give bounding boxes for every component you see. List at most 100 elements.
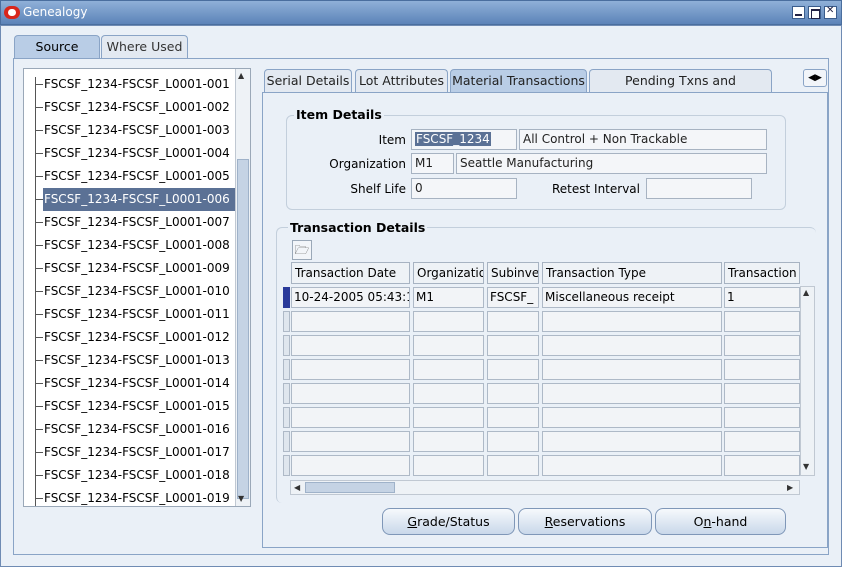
column-header[interactable]: Organizatio (413, 262, 484, 284)
table-cell[interactable]: FSCSF_ (487, 287, 539, 308)
table-cell[interactable] (724, 407, 800, 428)
table-cell[interactable] (413, 431, 484, 452)
tree-item[interactable]: FSCSF_1234-FSCSF_L0001-014 (24, 372, 237, 395)
shelf-life-field[interactable]: 0 (411, 178, 517, 199)
minimize-button[interactable] (792, 6, 805, 19)
tree-item[interactable]: FSCSF_1234-FSCSF_L0001-007 (24, 211, 237, 234)
grade-status-button[interactable]: Grade/Status (382, 508, 515, 535)
close-button[interactable] (824, 5, 837, 19)
row-indicator[interactable] (283, 287, 290, 308)
tree-item[interactable]: FSCSF_1234-FSCSF_L0001-010 (24, 280, 237, 303)
tree-item[interactable]: FSCSF_1234-FSCSF_L0001-003 (24, 119, 237, 142)
table-cell[interactable] (487, 407, 539, 428)
table-cell[interactable] (542, 407, 722, 428)
row-indicator[interactable] (283, 455, 290, 476)
table-cell[interactable] (724, 431, 800, 452)
table-cell[interactable] (724, 311, 800, 332)
tab-scroll-arrows-icon[interactable]: ◀▶ (803, 69, 827, 87)
grid-scroll-down-icon[interactable]: ▼ (803, 462, 809, 471)
tree-item[interactable]: FSCSF_1234-FSCSF_L0001-011 (24, 303, 237, 326)
tab-material-transactions[interactable]: Material Transactions (450, 69, 587, 92)
table-cell[interactable] (291, 311, 410, 332)
table-cell[interactable] (487, 359, 539, 380)
column-header[interactable]: Transaction Type (542, 262, 722, 284)
tab-pending-txns[interactable]: Pending Txns and Allocations (589, 69, 772, 110)
column-header[interactable]: Subinven (487, 262, 539, 284)
tree-item[interactable]: FSCSF_1234-FSCSF_L0001-006 (36, 188, 237, 211)
scroll-up-icon[interactable]: ▲ (238, 71, 244, 80)
tree-vertical-scrollbar[interactable]: ▲ ▼ (235, 69, 250, 506)
table-cell[interactable] (413, 335, 484, 356)
tree-item[interactable]: FSCSF_1234-FSCSF_L0001-012 (24, 326, 237, 349)
table-cell[interactable] (291, 383, 410, 404)
table-cell[interactable] (542, 383, 722, 404)
tree-scroll-thumb[interactable] (237, 159, 249, 499)
tree-item[interactable]: FSCSF_1234-FSCSF_L0001-002 (24, 96, 237, 119)
row-indicator[interactable] (283, 335, 290, 356)
tree-item[interactable]: FSCSF_1234-FSCSF_L0001-019 (24, 487, 237, 506)
table-cell[interactable] (724, 383, 800, 404)
row-indicator[interactable] (283, 359, 290, 380)
tree-item[interactable]: FSCSF_1234-FSCSF_L0001-008 (24, 234, 237, 257)
maximize-button[interactable] (808, 6, 821, 19)
tree-item[interactable]: FSCSF_1234-FSCSF_L0001-017 (24, 441, 237, 464)
table-cell[interactable] (724, 335, 800, 356)
table-cell[interactable]: 1 (724, 287, 800, 308)
tree-item[interactable]: FSCSF_1234-FSCSF_L0001-004 (24, 142, 237, 165)
tree-item[interactable]: FSCSF_1234-FSCSF_L0001-016 (24, 418, 237, 441)
table-cell[interactable] (413, 359, 484, 380)
tab-source[interactable]: Source (14, 35, 100, 59)
genealogy-tree[interactable]: FSCSF_1234-FSCSF_L0001-001 FSCSF_1234-FSC… (23, 68, 251, 507)
tab-lot-attributes[interactable]: Lot Attributes (355, 69, 448, 92)
organization-code-field[interactable]: M1 (411, 153, 454, 174)
table-cell[interactable] (542, 335, 722, 356)
tree-item[interactable]: FSCSF_1234-FSCSF_L0001-005 (24, 165, 237, 188)
grid-scroll-right-icon[interactable]: ▶ (787, 483, 793, 492)
tab-where-used[interactable]: Where Used (101, 35, 188, 59)
table-cell[interactable] (291, 431, 410, 452)
item-field[interactable]: FSCSF_1234 (411, 129, 517, 150)
grid-scroll-left-icon[interactable]: ◀ (294, 483, 300, 492)
table-cell[interactable] (291, 407, 410, 428)
table-cell[interactable] (724, 455, 800, 476)
table-cell[interactable] (542, 311, 722, 332)
table-cell[interactable] (487, 383, 539, 404)
organization-name-field[interactable]: Seattle Manufacturing (456, 153, 767, 174)
grid-vertical-scrollbar[interactable]: ▲ ▼ (800, 286, 815, 476)
grid-horizontal-scrollbar[interactable]: ◀ ▶ (290, 480, 800, 495)
item-description-field[interactable]: All Control + Non Trackable (519, 129, 767, 150)
scroll-down-icon[interactable]: ▼ (238, 494, 244, 503)
table-cell[interactable]: Miscellaneous receipt (542, 287, 722, 308)
table-cell[interactable] (487, 335, 539, 356)
on-hand-button[interactable]: On-hand (655, 508, 786, 535)
tree-item[interactable]: FSCSF_1234-FSCSF_L0001-009 (24, 257, 237, 280)
table-cell[interactable] (487, 455, 539, 476)
tree-item[interactable]: FSCSF_1234-FSCSF_L0001-015 (24, 395, 237, 418)
grid-hscroll-thumb[interactable] (305, 482, 395, 493)
row-indicator[interactable] (283, 407, 290, 428)
table-cell[interactable] (724, 359, 800, 380)
table-cell[interactable] (413, 383, 484, 404)
table-cell[interactable] (487, 431, 539, 452)
table-cell[interactable] (413, 455, 484, 476)
column-header[interactable]: Transaction Date (291, 262, 410, 284)
table-cell[interactable]: M1 (413, 287, 484, 308)
row-indicator[interactable] (283, 383, 290, 404)
table-cell[interactable] (487, 311, 539, 332)
table-cell[interactable] (291, 455, 410, 476)
table-cell[interactable] (291, 335, 410, 356)
grid-scroll-up-icon[interactable]: ▲ (803, 288, 809, 297)
table-cell[interactable] (542, 431, 722, 452)
tree-item[interactable]: FSCSF_1234-FSCSF_L0001-013 (24, 349, 237, 372)
tab-serial-details[interactable]: Serial Details (264, 69, 352, 92)
table-cell[interactable] (291, 359, 410, 380)
row-indicator[interactable] (283, 431, 290, 452)
tree-item[interactable]: FSCSF_1234-FSCSF_L0001-001 (24, 73, 237, 96)
reservations-button[interactable]: Reservations (518, 508, 652, 535)
table-cell[interactable] (413, 407, 484, 428)
table-cell[interactable] (413, 311, 484, 332)
table-cell[interactable] (542, 455, 722, 476)
row-indicator[interactable] (283, 311, 290, 332)
retest-interval-field[interactable] (646, 178, 752, 199)
table-cell[interactable] (542, 359, 722, 380)
